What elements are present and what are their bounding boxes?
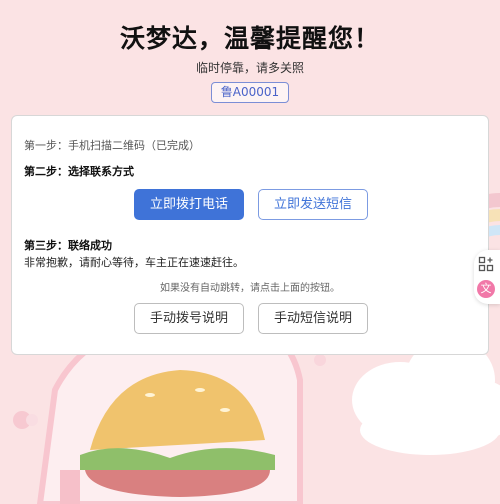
step-one-text: 第一步：手机扫描二维码（已完成） bbox=[24, 139, 200, 152]
redirect-hint: 如果没有自动跳转，请点击上面的按钮。 bbox=[160, 283, 340, 294]
page-subtitle: 临时停靠，请多关照 bbox=[195, 61, 304, 75]
translate-icon[interactable]: 文 bbox=[477, 280, 495, 298]
grid-plus-icon[interactable] bbox=[478, 256, 494, 272]
waiting-message: 非常抱歉，请耐心等待，车主正在速速赶往。 bbox=[24, 256, 244, 269]
manual-call-help-button[interactable]: 手动拨号说明 bbox=[134, 303, 244, 334]
send-sms-button[interactable]: 立即发送短信 bbox=[258, 189, 368, 220]
step-two-heading: 第二步：选择联系方式 bbox=[24, 165, 134, 178]
step-three-heading: 第三步：联络成功 bbox=[24, 239, 112, 252]
contact-card: 第一步：手机扫描二维码（已完成） 第二步：选择联系方式 立即拨打电话 立即发送短… bbox=[11, 115, 489, 355]
license-plate-badge: 鲁A00001 bbox=[210, 82, 290, 103]
page-header: 沃梦达，温馨提醒您！ 临时停靠，请多关照 鲁A00001 bbox=[0, 22, 500, 103]
cloud-decoration bbox=[352, 338, 500, 455]
call-now-button[interactable]: 立即拨打电话 bbox=[134, 189, 244, 220]
manual-sms-help-button[interactable]: 手动短信说明 bbox=[258, 303, 368, 334]
side-toolbar: 文 bbox=[474, 250, 500, 304]
page-title: 沃梦达，温馨提醒您！ bbox=[119, 24, 380, 53]
